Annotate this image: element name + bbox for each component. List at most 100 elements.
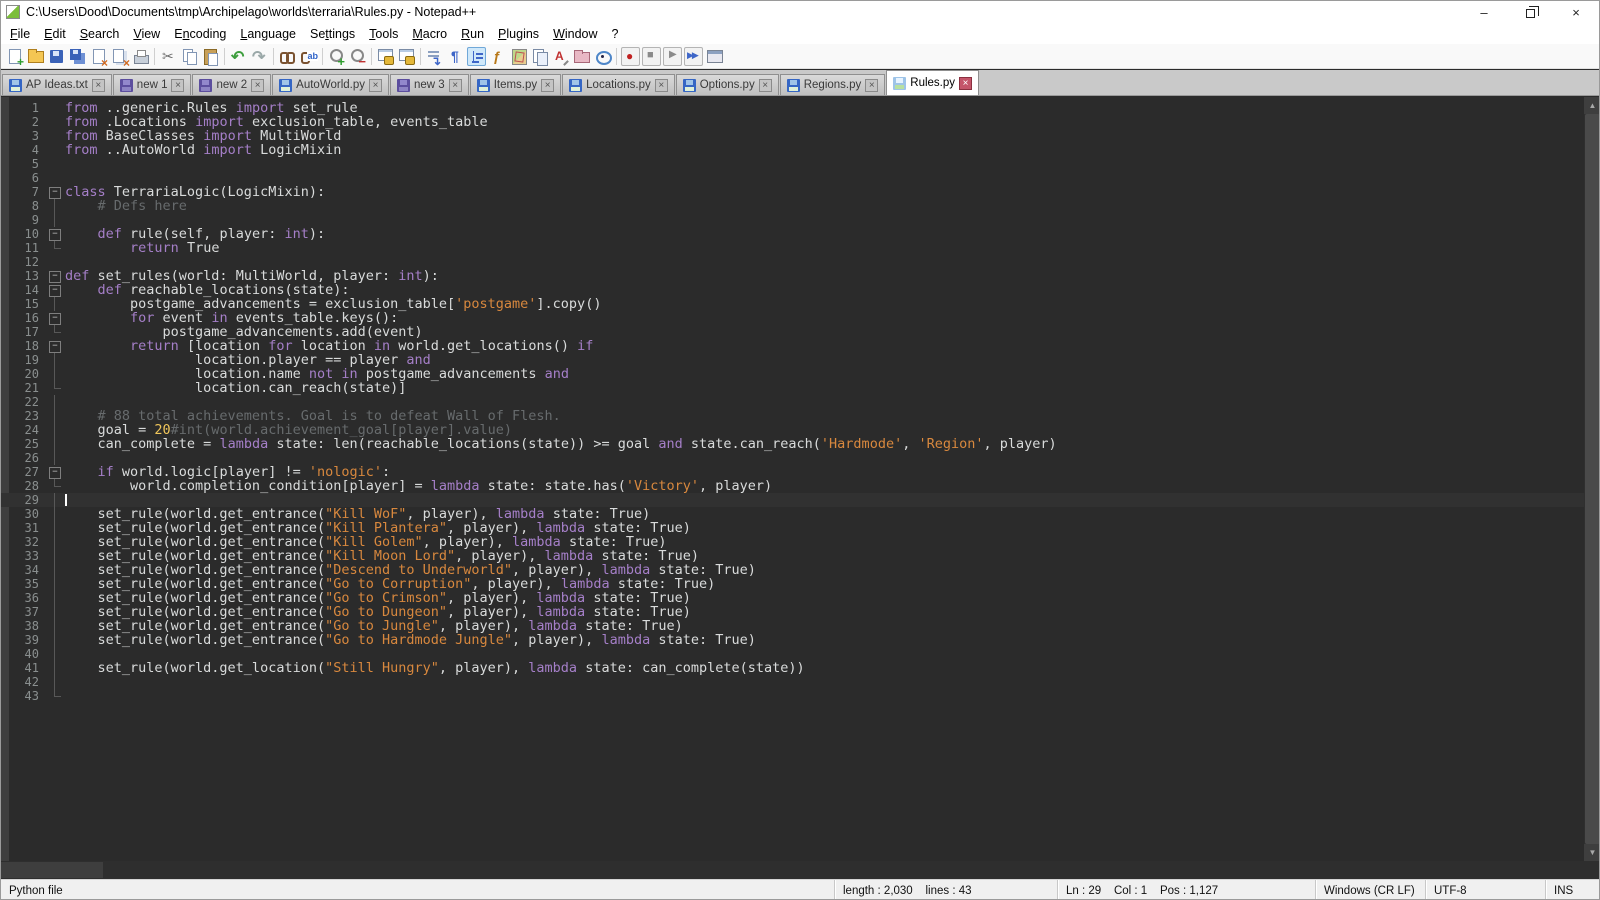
document-list-icon[interactable] bbox=[530, 47, 549, 66]
undo-icon[interactable] bbox=[229, 47, 248, 66]
menu-item-encoding[interactable]: Encoding bbox=[167, 25, 233, 43]
line-number: 43 bbox=[1, 689, 45, 703]
save-icon[interactable] bbox=[47, 47, 66, 66]
close-button[interactable]: × bbox=[1553, 1, 1599, 23]
code-line: 4from ..AutoWorld import LogicMixin bbox=[1, 143, 1584, 157]
word-wrap-icon[interactable] bbox=[425, 47, 444, 66]
menu-item-view[interactable]: View bbox=[126, 25, 167, 43]
unsaved-file-icon bbox=[120, 79, 133, 92]
scroll-down-arrow[interactable]: ▼ bbox=[1584, 844, 1600, 861]
fold-collapse-icon[interactable] bbox=[45, 185, 65, 199]
fold-guide bbox=[45, 353, 65, 367]
menu-item-settings[interactable]: Settings bbox=[303, 25, 362, 43]
cut-icon[interactable] bbox=[159, 47, 178, 66]
menu-item-plugins[interactable]: Plugins bbox=[491, 25, 546, 43]
menu-item-search[interactable]: Search bbox=[73, 25, 127, 43]
find-icon[interactable] bbox=[278, 47, 297, 66]
status-eol-format[interactable]: Windows (CR LF) bbox=[1315, 880, 1425, 900]
menu-item-run[interactable]: Run bbox=[454, 25, 491, 43]
zoom-out-icon[interactable] bbox=[348, 47, 367, 66]
tab-close-icon[interactable]: × bbox=[251, 79, 264, 92]
code-line: 36 set_rule(world.get_entrance("Go to Cr… bbox=[1, 591, 1584, 605]
line-number: 30 bbox=[1, 507, 45, 521]
menu-item-language[interactable]: Language bbox=[233, 25, 303, 43]
tab-new-1[interactable]: new 1× bbox=[113, 74, 192, 95]
macro-stop-icon[interactable] bbox=[642, 47, 661, 66]
indent-guide-icon[interactable] bbox=[467, 47, 486, 66]
fold-collapse-icon[interactable] bbox=[45, 339, 65, 353]
tab-ap-ideas-txt[interactable]: AP Ideas.txt× bbox=[2, 74, 112, 95]
open-folder-icon[interactable] bbox=[26, 47, 45, 66]
tab-rules-py[interactable]: Rules.py× bbox=[886, 70, 979, 95]
tab-autoworld-py[interactable]: AutoWorld.py× bbox=[272, 74, 389, 95]
tab-new-3[interactable]: new 3× bbox=[390, 74, 469, 95]
menu-item-file[interactable]: File bbox=[3, 25, 37, 43]
sync-horizontal-icon[interactable] bbox=[397, 47, 416, 66]
line-number: 33 bbox=[1, 549, 45, 563]
code-text: def reachable_locations(state): bbox=[65, 283, 349, 297]
fold-collapse-icon[interactable] bbox=[45, 269, 65, 283]
tab-options-py[interactable]: Options.py× bbox=[676, 74, 779, 95]
line-number: 37 bbox=[1, 605, 45, 619]
paste-icon[interactable] bbox=[201, 47, 220, 66]
tab-close-icon[interactable]: × bbox=[541, 79, 554, 92]
new-file-icon[interactable] bbox=[5, 47, 24, 66]
close-doc-icon[interactable] bbox=[89, 47, 108, 66]
tab-close-icon[interactable]: × bbox=[759, 79, 772, 92]
macro-run-multiple-icon[interactable] bbox=[684, 47, 703, 66]
tab-new-2[interactable]: new 2× bbox=[192, 74, 271, 95]
saved-file-icon bbox=[683, 79, 696, 92]
menu-item-macro[interactable]: Macro bbox=[405, 25, 454, 43]
fold-collapse-icon[interactable] bbox=[45, 465, 65, 479]
replace-icon[interactable] bbox=[299, 47, 318, 66]
print-icon[interactable] bbox=[131, 47, 150, 66]
function-completion-icon[interactable] bbox=[551, 47, 570, 66]
close-all-icon[interactable] bbox=[110, 47, 129, 66]
sync-vertical-icon[interactable] bbox=[376, 47, 395, 66]
redo-icon[interactable] bbox=[250, 47, 269, 66]
scroll-up-arrow[interactable]: ▲ bbox=[1584, 97, 1600, 114]
folder-as-workspace-icon[interactable] bbox=[572, 47, 591, 66]
fold-collapse-icon[interactable] bbox=[45, 311, 65, 325]
vertical-scrollbar[interactable]: ▲ ▼ bbox=[1584, 97, 1600, 861]
copy-icon[interactable] bbox=[180, 47, 199, 66]
horizontal-scroll-thumb[interactable] bbox=[1, 862, 103, 878]
fold-guide bbox=[45, 395, 65, 409]
tab-close-icon[interactable]: × bbox=[171, 79, 184, 92]
minimize-button[interactable]: – bbox=[1461, 1, 1507, 23]
restore-button[interactable] bbox=[1507, 1, 1553, 23]
menu-item-tools[interactable]: Tools bbox=[362, 25, 405, 43]
line-number: 29 bbox=[1, 493, 45, 507]
vertical-scroll-thumb[interactable] bbox=[1585, 114, 1600, 844]
menu-item-window[interactable]: Window bbox=[546, 25, 604, 43]
fold-collapse-icon[interactable] bbox=[45, 227, 65, 241]
line-number: 19 bbox=[1, 353, 45, 367]
document-map-icon[interactable] bbox=[509, 47, 528, 66]
monitor-icon[interactable] bbox=[593, 47, 612, 66]
macro-record-icon[interactable] bbox=[621, 47, 640, 66]
tab-close-icon[interactable]: × bbox=[959, 77, 972, 90]
line-number: 34 bbox=[1, 563, 45, 577]
menu-item-edit[interactable]: Edit bbox=[37, 25, 73, 43]
macro-play-icon[interactable] bbox=[663, 47, 682, 66]
menu-item-[interactable]: ? bbox=[605, 25, 626, 43]
tab-items-py[interactable]: Items.py× bbox=[470, 74, 561, 95]
status-encoding[interactable]: UTF-8 bbox=[1425, 880, 1545, 900]
tab-close-icon[interactable]: × bbox=[369, 79, 382, 92]
macro-save-icon[interactable] bbox=[705, 47, 724, 66]
tab-close-icon[interactable]: × bbox=[865, 79, 878, 92]
tab-regions-py[interactable]: Regions.py× bbox=[780, 74, 886, 95]
zoom-in-icon[interactable] bbox=[327, 47, 346, 66]
status-insert-mode[interactable]: INS bbox=[1545, 880, 1599, 900]
tab-locations-py[interactable]: Locations.py× bbox=[562, 74, 675, 95]
function-list-icon[interactable] bbox=[488, 47, 507, 66]
show-all-characters-icon[interactable] bbox=[446, 47, 465, 66]
code-editor[interactable]: 1from ..generic.Rules import set_rule2fr… bbox=[1, 97, 1600, 861]
line-number: 14 bbox=[1, 283, 45, 297]
tab-close-icon[interactable]: × bbox=[449, 79, 462, 92]
fold-collapse-icon[interactable] bbox=[45, 283, 65, 297]
horizontal-scrollbar[interactable] bbox=[1, 861, 1584, 879]
save-all-icon[interactable] bbox=[68, 47, 87, 66]
tab-close-icon[interactable]: × bbox=[92, 79, 105, 92]
tab-close-icon[interactable]: × bbox=[655, 79, 668, 92]
